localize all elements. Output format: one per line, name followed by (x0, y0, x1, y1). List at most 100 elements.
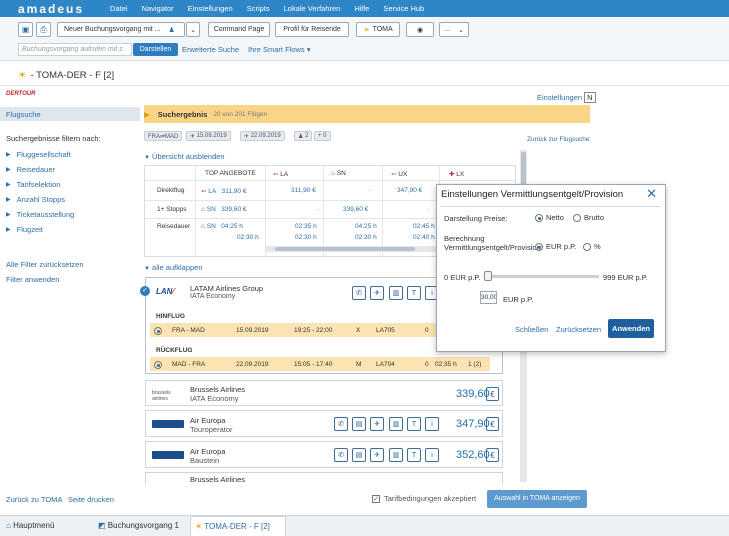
net-option[interactable]: Netto (535, 213, 564, 223)
toma-button[interactable]: ☀ TOMA (356, 22, 400, 37)
offer-card-aireuropa-2[interactable]: Air Europa Baustein ✆ ▤ ✈ ▥ T i 352,60 € (145, 441, 503, 468)
percent-option[interactable]: % (583, 242, 601, 252)
train-icon[interactable]: ▤ (352, 448, 366, 462)
print-icon[interactable]: ⎙ (36, 22, 51, 37)
offer-card-brussels-2[interactable]: Brussels Airlines (145, 472, 503, 484)
overview-toggle[interactable]: ▼ Übersicht ausblenden (144, 152, 225, 161)
info-icon[interactable]: i (425, 417, 439, 431)
menu-lokale-verfahren[interactable]: Lokale Verfahren (284, 4, 341, 13)
euro-icon[interactable]: € (486, 387, 499, 401)
outbound-radio[interactable] (154, 327, 162, 336)
fare-rules-icon[interactable]: T (407, 448, 421, 462)
col-ux[interactable]: ➵ UX (391, 170, 407, 178)
euro-icon[interactable]: € (486, 448, 499, 462)
offer-card-aireuropa-1[interactable]: Air Europa Touroperator ✆ ▤ ✈ ▥ T i 347,… (145, 410, 503, 437)
offer-card-brussels[interactable]: brussels airlines Brussels Airlines IATA… (145, 380, 503, 406)
terms-checkbox[interactable]: ✓ Tarifbedingungen akzeptiert (372, 494, 476, 503)
filter-ticketing[interactable]: ▶ Ticketausstellung (6, 207, 140, 222)
triangle-right-icon: ▶ (6, 227, 11, 233)
chevron-down-icon[interactable]: ⌄ (186, 22, 200, 37)
commission-input[interactable]: 30,00 (480, 291, 497, 304)
luggage-icon[interactable]: ▥ (389, 286, 403, 300)
cell-la-duration[interactable]: 02:35 h (295, 223, 317, 230)
phone-icon[interactable]: ✆ (334, 448, 348, 462)
advanced-search-link[interactable]: Erweiterte Suche (182, 45, 239, 54)
eur-radio[interactable] (535, 243, 543, 252)
menu-hilfe[interactable]: Hilfe (354, 4, 369, 13)
train-icon[interactable]: ▤ (352, 417, 366, 431)
cell-ux-direct[interactable]: 347,90 € (397, 187, 422, 194)
cell-sn-duration[interactable]: 04:25 h (355, 223, 377, 230)
phone-icon[interactable]: ✆ (352, 286, 366, 300)
slider-handle[interactable] (484, 271, 492, 281)
menu-service-hub[interactable]: Service Hub (383, 4, 424, 13)
tab-booking-1[interactable]: ◩ Buchungsvorgang 1 (98, 521, 179, 530)
camera-icon[interactable]: ◉ (406, 22, 434, 37)
cell-la-direct[interactable]: 311,90 € (291, 187, 316, 194)
smart-flows-link[interactable]: Ihre Smart Flows ▾ (248, 45, 311, 54)
col-la[interactable]: ➵ LA (273, 170, 288, 178)
return-row[interactable]: MAD - FRA 22.09.2019 15:05 - 17:40 M LA7… (150, 357, 490, 371)
cell-sn-stops[interactable]: 339,60 € (343, 206, 368, 213)
cell-ux-duration-2[interactable]: 02:40 h (413, 234, 435, 241)
col-lx[interactable]: ✚ LX (449, 170, 464, 178)
settings-link[interactable]: Einstellungen N (537, 92, 596, 103)
filter-flight-time[interactable]: ▶ Flugzeit (6, 222, 140, 237)
menu-einstellungen[interactable]: Einstellungen (188, 4, 233, 13)
plane-icon[interactable]: ✈ (370, 417, 384, 431)
back-to-toma-link[interactable]: Zurück zu TOMA (6, 495, 62, 504)
gross-radio[interactable] (573, 214, 581, 223)
menu-datei[interactable]: Datei (110, 4, 128, 13)
tab-main-menu[interactable]: ⌂ Hauptmenü (6, 521, 54, 530)
sidebar-header[interactable]: Flugsuche (0, 107, 140, 121)
menu-scripts[interactable]: Scripts (247, 4, 270, 13)
filter-stops[interactable]: ▶ Anzahl Stopps (6, 192, 140, 207)
top-duration[interactable]: ⌂ SN 04:25 h (201, 223, 243, 230)
phone-icon[interactable]: ✆ (334, 417, 348, 431)
dialog-close-link[interactable]: Schließen (515, 325, 548, 334)
filter-duration[interactable]: ▶ Reisedauer (6, 162, 140, 177)
print-page-link[interactable]: Seite drucken (68, 495, 114, 504)
new-booking-button[interactable]: Neuer Buchungsvorgang mit ... ♟ (57, 22, 185, 37)
top-stops[interactable]: ⌂ SN 339,60 € (201, 206, 247, 213)
page-title: ☀ - TOMA-DER - F [2] (18, 70, 115, 81)
euro-icon[interactable]: € (486, 417, 499, 431)
cell-la-duration-2[interactable]: 02:30 h (295, 234, 317, 241)
display-button[interactable]: Darstellen (133, 43, 178, 56)
extra-dropdown[interactable]: ... ⌄ (439, 22, 469, 37)
close-icon[interactable]: ✕ (646, 186, 657, 202)
expand-all-link[interactable]: ▼ alle aufklappen (144, 263, 203, 272)
return-radio[interactable] (154, 361, 162, 370)
luggage-icon[interactable]: ▥ (389, 417, 403, 431)
cell-sn-duration-2[interactable]: 02:30 h (355, 234, 377, 241)
cell-ux-duration[interactable]: 02:45 h (413, 223, 435, 230)
gross-option[interactable]: Brutto (573, 213, 604, 223)
apply-filters-link[interactable]: Filter anwenden (6, 275, 140, 284)
reset-filters-link[interactable]: Alle Filter zurücksetzen (6, 260, 140, 269)
top-duration-2[interactable]: 02:30 h (237, 234, 259, 241)
show-in-toma-button[interactable]: Auswahl in TOMA anzeigen (487, 490, 587, 508)
plane-icon[interactable]: ✈ (370, 286, 384, 300)
filter-airline[interactable]: ▶ Fluggesellschaft (6, 147, 140, 162)
menu-navigator[interactable]: Navigator (142, 4, 174, 13)
commission-slider[interactable] (487, 275, 599, 278)
eur-option[interactable]: EUR p.P. (535, 242, 576, 252)
command-page-button[interactable]: Command Page (208, 22, 270, 37)
fare-rules-icon[interactable]: T (407, 417, 421, 431)
luggage-icon[interactable]: ▥ (389, 448, 403, 462)
back-to-search-link[interactable]: Zurück zur Flugsuche (527, 136, 590, 143)
info-icon[interactable]: i (425, 448, 439, 462)
save-icon[interactable]: ▣ (18, 22, 33, 37)
dialog-reset-link[interactable]: Zurücksetzen (556, 325, 601, 334)
top-direct[interactable]: ➵ LA 311,90 € (201, 187, 246, 195)
traveler-profile-button[interactable]: Profil für Reisende (275, 22, 349, 37)
filter-fare[interactable]: ▶ Tarifselektion (6, 177, 140, 192)
net-radio[interactable] (535, 214, 543, 223)
fare-rules-icon[interactable]: T (407, 286, 421, 300)
booking-search-input[interactable]: Buchungsvorgang aufrufen mit z. (18, 43, 132, 56)
apply-button[interactable]: Anwenden (608, 319, 654, 338)
tab-toma-der[interactable]: ☀ TOMA-DER - F [2] (190, 516, 286, 536)
plane-icon[interactable]: ✈ (370, 448, 384, 462)
percent-radio[interactable] (583, 243, 591, 252)
col-sn[interactable]: ⌂ SN (331, 170, 346, 177)
